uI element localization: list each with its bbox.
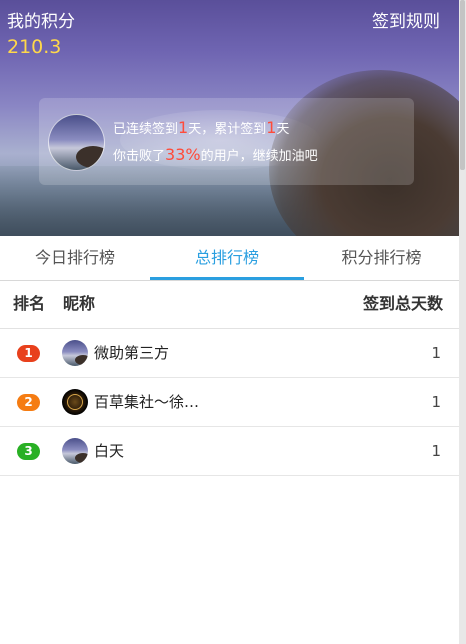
avatar <box>62 389 88 415</box>
avatar <box>62 438 88 464</box>
points-value: 210.3 <box>7 36 62 58</box>
tab-total-ranking[interactable]: 总排行榜 <box>150 236 304 280</box>
column-nickname: 昵称 <box>63 294 96 313</box>
beat-percent-value: 33% <box>165 145 201 164</box>
rank-badge: 1 <box>17 345 40 362</box>
avatar <box>62 340 88 366</box>
page-title: 我的积分 <box>7 12 75 32</box>
row-nickname: 微助第三方 <box>94 344 170 362</box>
sign-rules-link[interactable]: 签到规则 <box>372 7 440 32</box>
column-total-days: 签到总天数 <box>362 294 443 313</box>
scrollbar-thumb[interactable] <box>460 0 465 170</box>
row-total-days: 1 <box>431 442 441 460</box>
row-nickname: 百草集社～徐… <box>94 393 200 411</box>
header-banner: 我的积分 签到规则 210.3 已连续签到1天，累计签到1天 你击败了33%的用… <box>0 0 459 236</box>
active-tab-indicator <box>150 277 304 280</box>
consecutive-days-value: 1 <box>178 118 189 137</box>
row-nickname: 白天 <box>94 442 125 460</box>
rank-badge: 2 <box>17 394 40 411</box>
total-days-value: 1 <box>266 118 277 137</box>
sign-streak-text: 已连续签到1天，累计签到1天 <box>113 118 290 137</box>
table-row[interactable]: 2 百草集社～徐… 1 <box>0 378 459 427</box>
table-header: 排名 昵称 签到总天数 <box>0 281 459 329</box>
tab-today-ranking[interactable]: 今日排行榜 <box>0 236 150 280</box>
beat-percent-text: 你击败了33%的用户，继续加油吧 <box>113 145 318 164</box>
column-rank: 排名 <box>13 294 46 313</box>
row-total-days: 1 <box>431 393 441 411</box>
sign-summary-card: 已连续签到1天，累计签到1天 你击败了33%的用户，继续加油吧 <box>39 98 414 185</box>
table-row[interactable]: 3 白天 1 <box>0 427 459 476</box>
scrollbar[interactable] <box>459 0 466 644</box>
user-avatar <box>48 114 105 171</box>
table-row[interactable]: 1 微助第三方 1 <box>0 329 459 378</box>
ranking-tabs: 今日排行榜 总排行榜 积分排行榜 <box>0 236 459 281</box>
tab-points-ranking[interactable]: 积分排行榜 <box>304 236 459 280</box>
rank-badge: 3 <box>17 443 40 460</box>
row-total-days: 1 <box>431 344 441 362</box>
